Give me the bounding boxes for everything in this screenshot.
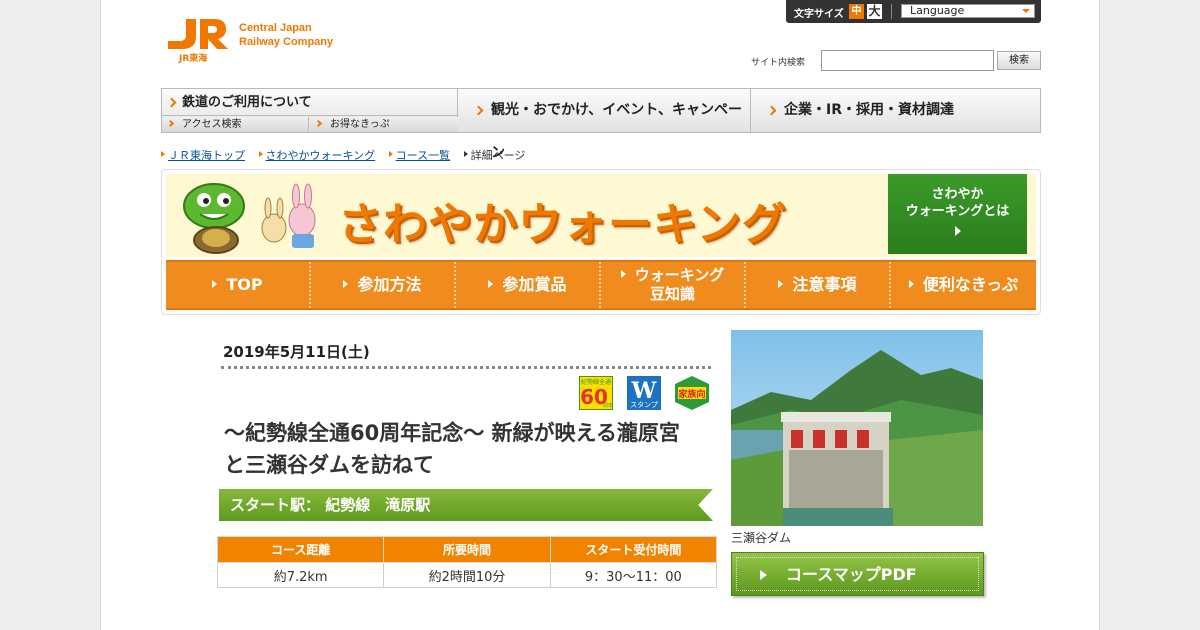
- walking-nav-label: 参加賞品: [502, 275, 567, 294]
- search-button[interactable]: 検索: [997, 51, 1041, 70]
- w-stamp-badge-label: スタンプ: [630, 400, 658, 409]
- walking-nav-label: 便利なきっぷ: [922, 275, 1019, 294]
- nav-rail-label: 鉄道のご利用について: [182, 95, 312, 110]
- search-input[interactable]: [821, 50, 994, 71]
- arrow-right-icon: [908, 280, 914, 288]
- breadcrumb-link[interactable]: コース一覧: [396, 149, 450, 162]
- chevron-right-icon: [314, 119, 323, 128]
- utility-bar: 文字サイズ 中 大 Language: [786, 0, 1041, 23]
- chevron-right-icon: [766, 105, 777, 116]
- font-size-label: 文字サイズ: [794, 9, 844, 20]
- walking-nav-tips[interactable]: ウォーキング 豆知識: [601, 262, 746, 308]
- jr-logo-icon: [168, 19, 228, 49]
- walking-nav-cautions[interactable]: 注意事項: [746, 262, 891, 308]
- about-walking-line2: ウォーキングとは: [905, 204, 1010, 219]
- walking-title: さわやかウォーキング: [338, 199, 787, 250]
- breadcrumb: ＪＲ東海トップ さわやかウォーキング コース一覧 詳細ページ: [161, 147, 535, 163]
- walking-header: さわやかウォーキング さわやか ウォーキングとは: [166, 174, 1036, 257]
- dotted-divider: [221, 366, 711, 369]
- arrow-right-icon: [778, 280, 784, 288]
- company-name-line2: Railway Company: [239, 36, 334, 48]
- table-row: 約7.2km 約2時間10分 9：30～11：00: [216, 562, 718, 588]
- walking-nav: TOP 参加方法 参加賞品 ウォーキング 豆知識 注意事項 便利なきっぷ: [166, 260, 1036, 310]
- chevron-down-icon: [1022, 9, 1030, 13]
- nav-access-search[interactable]: アクセス検索: [162, 117, 309, 132]
- breadcrumb-item-courses[interactable]: コース一覧: [388, 147, 450, 163]
- divider: [891, 4, 892, 19]
- logo-sub-text: JR東海: [179, 54, 208, 64]
- family-badge-label: 家族向: [678, 388, 705, 400]
- language-select[interactable]: Language: [901, 4, 1035, 18]
- breadcrumb-item-walking[interactable]: さわやかウォーキング: [258, 147, 376, 163]
- walking-nav-label: ウォーキング: [634, 266, 725, 284]
- walking-nav-prizes[interactable]: 参加賞品: [456, 262, 601, 308]
- walking-nav-tickets[interactable]: 便利なきっぷ: [891, 262, 1036, 308]
- walking-nav-label: 注意事項: [792, 275, 857, 294]
- chevron-right-icon: [473, 105, 484, 116]
- w-stamp-badge-icon: W スタンプ: [627, 376, 661, 410]
- arrow-right-icon: [620, 270, 626, 278]
- page: Central Japan Railway Company JR東海 文字サイズ…: [100, 0, 1100, 630]
- table-header-row: コース距離 所要時間 スタート受付時間: [216, 536, 718, 563]
- arrow-right-icon: [954, 226, 961, 236]
- chevron-right-icon: [166, 97, 177, 108]
- duration: 約2時間10分: [383, 562, 551, 588]
- header-course-distance: コース距離: [216, 536, 385, 563]
- event-title: ～紀勢線全通60周年記念～ 新緑が映える瀧原宮 と三瀬谷ダムを訪ねて: [224, 417, 724, 481]
- arrow-right-icon: [343, 280, 349, 288]
- walking-nav-label: TOP: [226, 275, 263, 294]
- walking-nav-how-to-join[interactable]: 参加方法: [311, 262, 456, 308]
- breadcrumb-link[interactable]: ＪＲ東海トップ: [168, 149, 245, 162]
- nav-tourism[interactable]: 観光・おでかけ、イベント、キャンペーン: [459, 89, 751, 161]
- anniversary-badge-bottom-text: 周年: [603, 402, 613, 409]
- start-station: スタート駅： 紀勢線 滝原駅: [219, 489, 713, 521]
- nav-corporate[interactable]: 企業・IR・採用・資材調達: [752, 89, 1041, 132]
- nav-rail-group: 鉄道のご利用について アクセス検索 お得なきっぷ: [162, 89, 458, 132]
- global-nav: 鉄道のご利用について アクセス検索 お得なきっぷ 観光・おでかけ、イベント、キャ…: [161, 88, 1041, 161]
- language-select-value: Language: [910, 4, 965, 17]
- font-size-medium-button[interactable]: 中: [849, 4, 864, 19]
- about-walking-button[interactable]: さわやか ウォーキングとは: [888, 174, 1027, 254]
- nav-discount-tickets[interactable]: お得なきっぷ: [310, 117, 458, 132]
- family-badge-icon: 家族向: [675, 376, 709, 410]
- photo-caption: 三瀬谷ダム: [731, 531, 792, 545]
- arrow-right-icon: [212, 280, 218, 288]
- walking-banner: さわやかウォーキング さわやか ウォーキングとは TOP 参加方法 参加賞品 ウ…: [161, 169, 1041, 315]
- font-size-large-button[interactable]: 大: [867, 4, 882, 19]
- course-distance: 約7.2km: [216, 562, 385, 588]
- arrow-right-icon: [488, 280, 494, 288]
- breadcrumb-item-top[interactable]: ＪＲ東海トップ: [161, 147, 245, 163]
- nav-corporate-label: 企業・IR・採用・資材調達: [784, 102, 954, 118]
- course-info-table: コース距離 所要時間 スタート受付時間 約7.2km 約2時間10分 9：30～…: [216, 536, 718, 588]
- event-date: 2019年5月11日(土): [223, 343, 370, 361]
- chevron-right-icon: [166, 119, 175, 128]
- course-map-pdf-label: コースマップPDF: [786, 565, 917, 584]
- breadcrumb-current: 詳細ページ: [463, 147, 525, 163]
- start-time: 9：30～11：00: [549, 562, 718, 588]
- nav-access-search-label: アクセス検索: [182, 119, 242, 130]
- dam-photo: [731, 330, 983, 526]
- jr-central-logo[interactable]: Central Japan Railway Company JR東海: [166, 17, 356, 64]
- event-title-line2: と三瀬谷ダムを訪ねて: [224, 453, 434, 477]
- mascot-characters-icon: [183, 183, 316, 254]
- header-duration: 所要時間: [383, 536, 551, 563]
- header-start-time: スタート受付時間: [549, 536, 718, 563]
- walking-nav-label: 参加方法: [357, 275, 422, 294]
- walking-nav-label-line2: 豆知識: [649, 285, 695, 303]
- nav-discount-tickets-label: お得なきっぷ: [330, 119, 390, 130]
- course-map-pdf-button[interactable]: コースマップPDF: [731, 552, 984, 596]
- company-name-line1: Central Japan: [239, 22, 312, 34]
- walking-nav-top[interactable]: TOP: [166, 262, 311, 308]
- event-title-line1: ～紀勢線全通60周年記念～ 新緑が映える瀧原宮: [224, 421, 680, 445]
- about-walking-line1: さわやか: [931, 187, 984, 202]
- nav-rail[interactable]: 鉄道のご利用について: [162, 89, 458, 116]
- anniversary-60-badge-icon: 紀勢線全通 60 周年: [579, 376, 613, 410]
- breadcrumb-link[interactable]: さわやかウォーキング: [266, 149, 376, 162]
- search-label: サイト内検索: [751, 58, 806, 68]
- company-name: Central Japan Railway Company: [239, 21, 333, 49]
